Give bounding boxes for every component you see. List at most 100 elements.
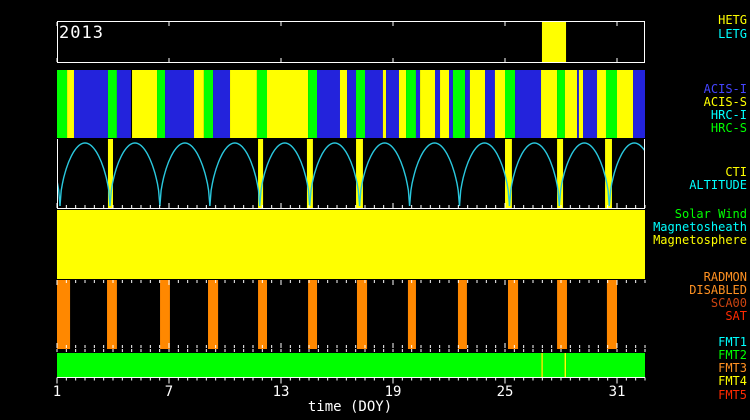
hetg-insert-block	[542, 22, 566, 62]
legend-label-magnetosphere: Magnetosphere	[653, 234, 747, 246]
instrument-segment	[132, 70, 157, 138]
instrument-segment	[194, 70, 204, 138]
instrument-segment	[495, 70, 505, 138]
solar-wind-band	[57, 210, 645, 279]
radmon-disabled-bar	[607, 280, 617, 349]
orbit-altitude-arc	[510, 143, 560, 206]
instrument-segment	[485, 70, 495, 138]
instrument-segment	[399, 70, 406, 138]
instrument-segment	[449, 70, 453, 138]
instrument-segment	[165, 70, 194, 138]
radmon-disabled-bar	[408, 280, 416, 349]
instrument-segment	[267, 70, 308, 138]
x-tick-label: 1	[53, 384, 61, 400]
legend-label-acis-s: ACIS-S	[704, 96, 747, 108]
instrument-segment	[579, 70, 583, 138]
orbit-altitude-arc	[609, 143, 659, 206]
altitude-band	[10, 139, 659, 209]
legend-label-radmon: RADMON	[704, 271, 747, 283]
radmon-disabled-bar	[107, 280, 117, 349]
instrument-segment	[108, 70, 117, 138]
instrument-segment	[157, 70, 165, 138]
gratings-band	[57, 22, 645, 63]
radmon-disabled-bar	[557, 280, 567, 349]
instrument-segment	[74, 70, 108, 138]
radmon-band	[57, 280, 645, 349]
legend-label-fmt5: FMT5	[718, 389, 747, 401]
orbit-altitude-arc	[260, 143, 310, 206]
x-tick-label: 7	[165, 384, 173, 400]
radmon-disabled-bar	[208, 280, 218, 349]
orbit-altitude-arc	[210, 143, 260, 206]
x-tick-label: 13	[273, 384, 290, 400]
instrument-segment	[606, 70, 617, 138]
orbit-altitude-arc	[110, 143, 160, 206]
instrument-segment	[440, 70, 449, 138]
legend-label-acis-i: ACIS-I	[704, 83, 747, 95]
instrument-segment	[583, 70, 597, 138]
instrument-segment	[317, 70, 340, 138]
radmon-disabled-bar	[57, 280, 70, 349]
instrument-segment	[340, 70, 347, 138]
instrument-segment	[383, 70, 386, 138]
instrument-segment	[416, 70, 420, 138]
magnetosphere-segment	[57, 210, 645, 279]
orbit-altitude-arc	[460, 143, 510, 206]
instrument-segment	[617, 70, 633, 138]
instrument-segment	[365, 70, 383, 138]
legend-label-magnetosheath: Magnetosheath	[653, 221, 747, 233]
legend-label-letg: LETG	[718, 28, 747, 40]
legend-label-hrc-s: HRC-S	[711, 122, 747, 134]
year-label: 2013	[59, 23, 104, 43]
instrument-segment	[347, 70, 356, 138]
orbit-altitude-arc	[310, 143, 360, 206]
instrument-segment	[230, 70, 257, 138]
orbit-altitude-arc	[160, 143, 210, 206]
instruments-band	[57, 70, 645, 138]
legend-label-fmt4: FMT4	[718, 375, 747, 387]
x-tick-label: 31	[609, 384, 626, 400]
telemetry-segment	[565, 353, 566, 377]
instrument-segment	[356, 70, 365, 138]
telemetry-segment	[543, 353, 565, 377]
instrument-segment	[406, 70, 416, 138]
legend-label-sca00: SCA00	[711, 297, 747, 309]
orbit-altitude-arc	[360, 143, 410, 206]
instrument-segment	[386, 70, 399, 138]
instrument-segment	[453, 70, 465, 138]
instrument-segment	[565, 70, 577, 138]
x-tick-label: 25	[497, 384, 514, 400]
plot-canvas	[0, 0, 750, 420]
orbit-altitude-arc	[60, 143, 110, 206]
instrument-segment	[505, 70, 515, 138]
instrument-segment	[557, 70, 565, 138]
instrument-segment	[117, 70, 131, 138]
radmon-disabled-bar	[357, 280, 367, 349]
instrument-segment	[67, 70, 74, 138]
instrument-segment	[541, 70, 557, 138]
telemetry-segment	[57, 353, 541, 377]
instrument-segment	[465, 70, 470, 138]
radmon-disabled-bar	[160, 280, 170, 349]
instrument-segment	[257, 70, 267, 138]
x-axis-title: time (DOY)	[308, 399, 392, 415]
instrument-segment	[470, 70, 485, 138]
radmon-disabled-bar	[458, 280, 467, 349]
radmon-disabled-bar	[258, 280, 267, 349]
legend-label-solar-wind: Solar Wind	[675, 208, 747, 220]
legend-label-cti: CTI	[725, 166, 747, 178]
legend-label-hrc-i: HRC-I	[711, 109, 747, 121]
instrument-segment	[597, 70, 606, 138]
instrument-segment	[435, 70, 440, 138]
telemetry-segment	[541, 353, 542, 377]
x-axis	[57, 378, 645, 384]
instrument-segment	[204, 70, 213, 138]
orbit-altitude-arc	[10, 143, 60, 206]
instrument-segment	[420, 70, 435, 138]
orbit-altitude-arc	[559, 143, 609, 206]
instrument-segment	[515, 70, 541, 138]
legend-label-hetg: HETG	[718, 14, 747, 26]
instrument-segment	[308, 70, 317, 138]
legend-label-disabled: DISABLED	[689, 284, 747, 296]
legend-label-altitude: ALTITUDE	[689, 179, 747, 191]
